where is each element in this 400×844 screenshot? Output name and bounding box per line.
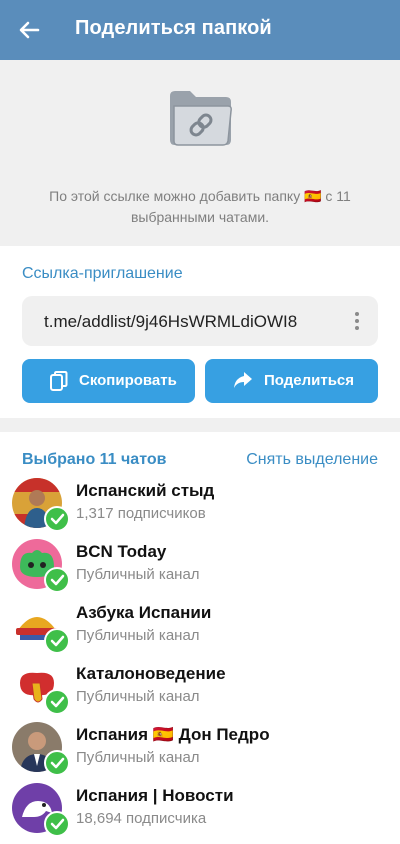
selected-check-icon xyxy=(44,506,70,532)
folder-link-icon xyxy=(170,91,232,146)
chat-row[interactable]: Испанский стыд 1,317 подписчиков xyxy=(0,478,400,539)
copy-button[interactable]: Скопировать xyxy=(22,359,195,403)
chat-name: Испанский стыд xyxy=(76,481,215,500)
chat-row[interactable]: Азбука Испании Публичный канал xyxy=(0,600,400,661)
chat-subtitle: Публичный канал xyxy=(76,688,200,705)
hero-description: По этой ссылке можно добавить папку 🇪🇸 с… xyxy=(49,188,351,225)
chat-name: Каталоноведение xyxy=(76,664,226,683)
chat-list-header: Выбрано 11 чатов Снять выделение xyxy=(0,432,400,472)
chat-subtitle: 1,317 подписчиков xyxy=(76,505,206,522)
copy-button-label: Скопировать xyxy=(79,372,177,389)
invite-link-card: Ссылка-приглашение t.me/addlist/9j46HsWR… xyxy=(0,246,400,418)
chat-subtitle: 18,694 подписчика xyxy=(76,810,207,827)
back-arrow-icon[interactable] xyxy=(14,15,44,45)
folder-hero: По этой ссылке можно добавить папку 🇪🇸 с… xyxy=(0,60,400,246)
chat-row[interactable]: Каталоноведение Публичный канал xyxy=(0,661,400,722)
chat-row[interactable]: Испания | Новости 18,694 подписчика xyxy=(0,783,400,844)
section-divider xyxy=(0,418,400,432)
invite-section-title: Ссылка-приглашение xyxy=(22,265,183,282)
share-button-label: Поделиться xyxy=(264,372,355,389)
share-button[interactable]: Поделиться xyxy=(205,359,378,403)
chat-name: Азбука Испании xyxy=(76,603,212,622)
selected-check-icon xyxy=(44,750,70,776)
invite-link-text: t.me/addlist/9j46HsWRMLdiOWI8 xyxy=(44,312,298,331)
chat-row[interactable]: BCN Today Публичный канал xyxy=(0,539,400,600)
share-arrow-icon xyxy=(234,372,252,388)
page-title: Поделиться папкой xyxy=(75,17,272,39)
chat-row[interactable]: Испания 🇪🇸 Дон Педро Публичный канал xyxy=(0,722,400,783)
selected-count: Выбрано 11 чатов xyxy=(22,451,167,468)
selected-check-icon xyxy=(44,567,70,593)
chat-name: BCN Today xyxy=(76,542,167,561)
selected-check-icon xyxy=(44,689,70,715)
top-app-bar: Поделиться папкой xyxy=(0,0,400,60)
chat-subtitle: Публичный канал xyxy=(76,566,200,583)
invite-link-field[interactable]: t.me/addlist/9j46HsWRMLdiOWI8 xyxy=(22,296,378,346)
chat-subtitle: Публичный канал xyxy=(76,749,200,766)
chat-name: Испания 🇪🇸 Дон Педро xyxy=(76,725,270,744)
copy-icon xyxy=(50,371,68,391)
more-options-icon[interactable] xyxy=(354,312,360,332)
chat-name: Испания | Новости xyxy=(76,786,234,805)
selected-check-icon xyxy=(44,628,70,654)
chat-subtitle: Публичный канал xyxy=(76,627,200,644)
deselect-all-button[interactable]: Снять выделение xyxy=(246,451,378,469)
